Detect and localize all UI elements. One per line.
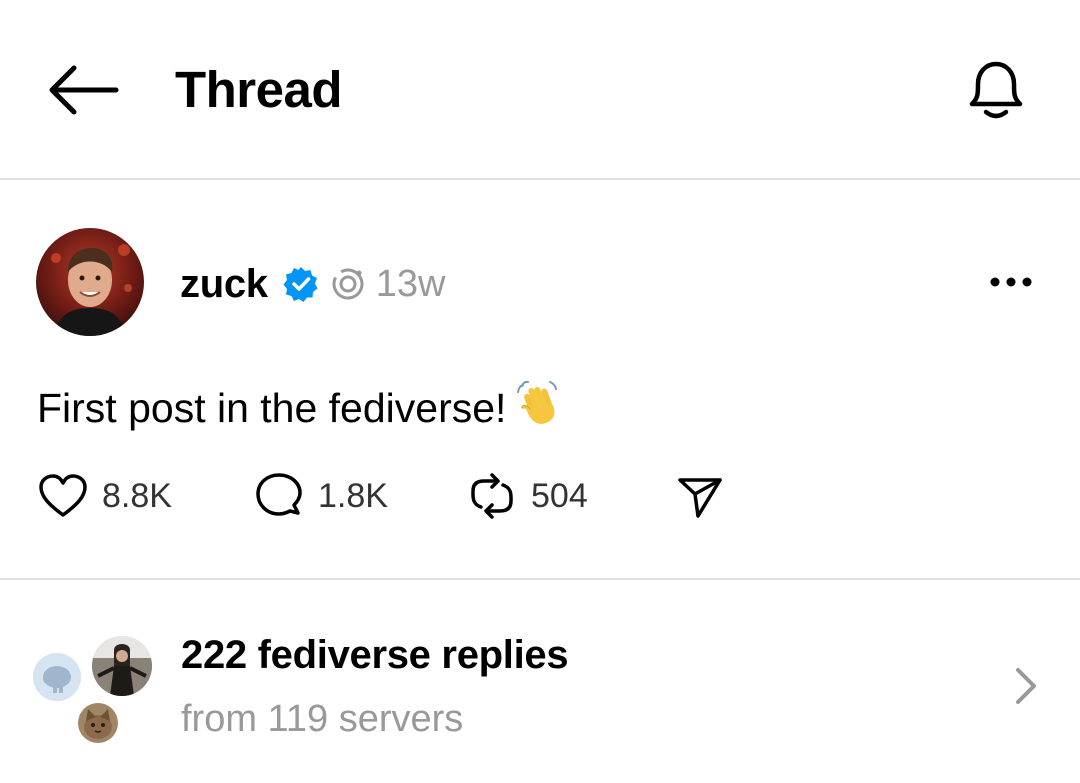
- comment-icon: [256, 473, 302, 516]
- heart-icon: [39, 474, 87, 517]
- reply-count: 1.8K: [318, 476, 388, 515]
- fediverse-icon: [328, 264, 368, 304]
- fediverse-replies-row[interactable]: [0, 580, 1080, 783]
- header-divider: [0, 178, 1080, 180]
- author-row: zuck 13w: [180, 259, 445, 309]
- repost-count: 504: [531, 476, 588, 515]
- more-horizontal-icon: [990, 277, 1032, 287]
- repost-button[interactable]: 504: [467, 470, 588, 522]
- like-count: 8.8K: [102, 476, 172, 515]
- author-avatar[interactable]: [36, 228, 144, 336]
- verified-badge-icon: [282, 265, 320, 303]
- notifications-button[interactable]: [958, 52, 1034, 128]
- username[interactable]: zuck: [180, 262, 268, 307]
- send-icon: [678, 478, 722, 518]
- reply-button[interactable]: 1.8K: [254, 470, 388, 522]
- server-avatar-mastodon: [33, 653, 81, 701]
- fediverse-servers-count: from 119 servers: [181, 698, 464, 740]
- share-button[interactable]: [676, 470, 724, 522]
- post-text: First post in the fediverse!: [37, 378, 564, 436]
- server-avatar-person: [90, 634, 154, 698]
- like-button[interactable]: 8.8K: [38, 470, 172, 522]
- server-avatar-cat: [76, 701, 120, 745]
- back-button[interactable]: [42, 58, 126, 122]
- more-options-button[interactable]: [986, 264, 1036, 300]
- repost-icon: [471, 473, 513, 519]
- waving-hand-emoji: [514, 378, 564, 428]
- post-time: 13w: [375, 262, 446, 305]
- bell-icon: [969, 61, 1023, 119]
- top-bar: Thread: [0, 0, 1080, 179]
- post-body: First post in the fediverse!: [37, 385, 507, 431]
- fediverse-replies-count: 222 fediverse replies: [181, 633, 569, 677]
- chevron-right-icon: [1016, 668, 1036, 704]
- arrow-left-icon: [49, 65, 119, 115]
- page-title: Thread: [175, 61, 343, 118]
